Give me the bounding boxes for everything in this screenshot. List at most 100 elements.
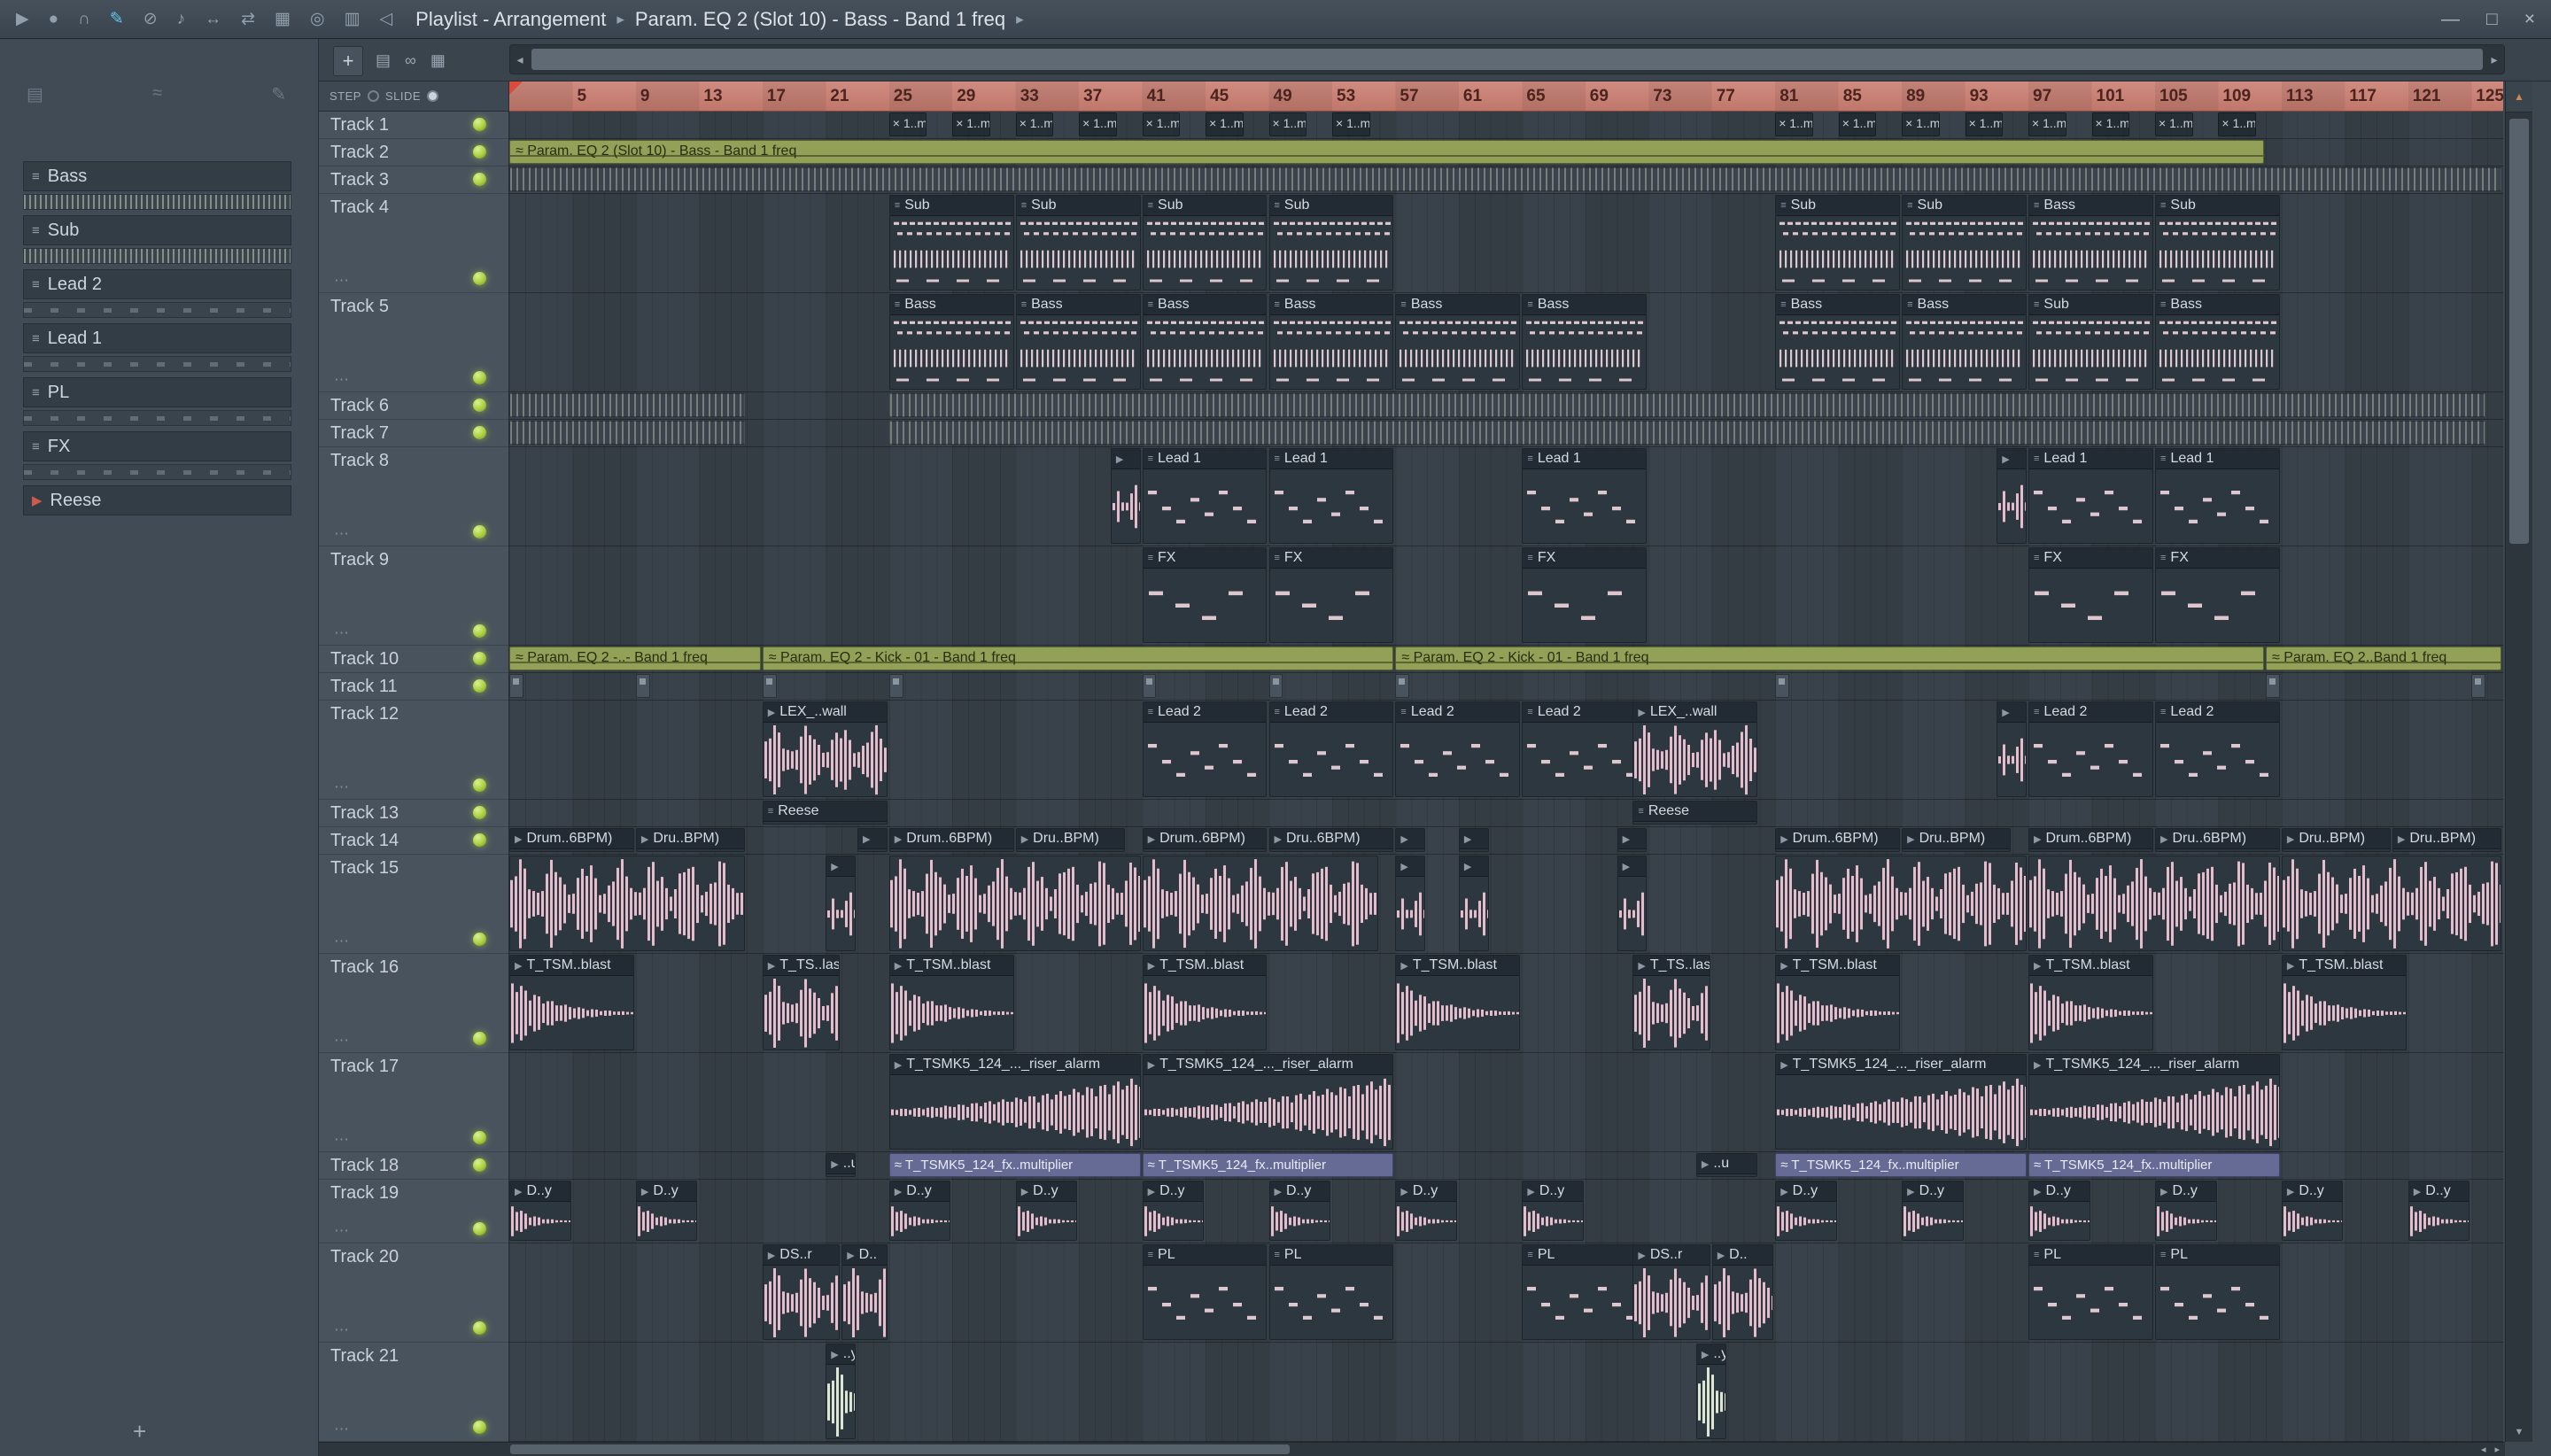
snap-icon[interactable]: ∩ bbox=[78, 10, 90, 29]
play-position-marker[interactable] bbox=[509, 81, 523, 95]
scroll-up-icon[interactable]: ▲ bbox=[2506, 81, 2532, 112]
clip[interactable]: ▶ bbox=[1617, 856, 1648, 951]
track-lane[interactable] bbox=[509, 420, 2503, 447]
track-mute-led[interactable] bbox=[473, 652, 486, 665]
clip[interactable]: ▶ D..y bbox=[2155, 1181, 2217, 1241]
clip[interactable]: ▶ Dru..6BPM) bbox=[2155, 828, 2280, 852]
scroll-right-icon[interactable]: ▸ bbox=[2494, 1444, 2500, 1455]
close-button[interactable]: × bbox=[2524, 9, 2535, 30]
clip[interactable]: ≡ Lead 1 bbox=[1142, 448, 1268, 544]
clip[interactable]: × 1..m bbox=[1015, 112, 1054, 136]
clip[interactable]: ≡ PL bbox=[1522, 1244, 1648, 1340]
clip[interactable]: ▶ Dru..BPM) bbox=[2281, 828, 2391, 852]
clip[interactable]: ▶ bbox=[1997, 701, 2027, 797]
track-lane[interactable]: ▶ T_TSM..blast ▶ T_TS..last ▶ T_TSM..blast ▶ T_… bbox=[509, 954, 2503, 1053]
clip[interactable]: ▶ T_TSM..blast bbox=[888, 955, 1014, 1050]
play-icon[interactable]: ▶ bbox=[16, 9, 29, 29]
scroll-down-icon[interactable]: ▼ bbox=[2506, 1422, 2532, 1442]
track-header[interactable]: Track 16 ⋯ bbox=[319, 954, 508, 1053]
clip[interactable]: ▶ T_TSM..blast bbox=[1395, 955, 1521, 1050]
track-header[interactable]: Track 11 bbox=[319, 673, 508, 701]
scroll-right-icon[interactable]: ▸ bbox=[2485, 45, 2504, 74]
clip[interactable]: ▶ T_TSM..blast bbox=[509, 955, 634, 1050]
clip[interactable]: ≡ FX bbox=[1142, 547, 1268, 643]
clip[interactable]: ▶ T_TSM..blast bbox=[1142, 955, 1268, 1050]
clip[interactable] bbox=[509, 167, 2501, 191]
slide-toggle[interactable] bbox=[427, 90, 439, 102]
track-header[interactable]: Track 4 ⋯ bbox=[319, 194, 508, 293]
clip[interactable]: × 1..m bbox=[2218, 112, 2257, 136]
clip[interactable]: ▶ Dru..BPM) bbox=[2392, 828, 2501, 852]
clip[interactable]: ≈ T_TSMK5_124_fx..multiplier bbox=[2028, 1153, 2280, 1177]
clip[interactable]: ▶ Dru..BPM) bbox=[1015, 828, 1125, 852]
clip[interactable]: × 1..m bbox=[1268, 112, 1307, 136]
clip[interactable]: ▶ bbox=[1997, 448, 2027, 544]
track-mute-led[interactable] bbox=[473, 173, 486, 186]
clip[interactable]: ≈ Param. EQ 2 (Slot 10) - Bass - Band 1 … bbox=[509, 140, 2264, 164]
picker-item-reese[interactable]: ▶ Reese bbox=[23, 485, 291, 515]
track-lane[interactable]: ▶ Drum..6BPM) ▶ Dru..BPM) ▶ ▶ Drum..6BPM) ▶ Dru.… bbox=[509, 827, 2503, 855]
clip[interactable]: ≈ Param. EQ 2 -..- Band 1 freq bbox=[509, 647, 761, 670]
track-mute-led[interactable] bbox=[473, 778, 486, 792]
clip[interactable]: ▶ T_TS..last bbox=[1632, 955, 1710, 1050]
track-lane[interactable]: ▶ DS..r ▶ D.. ≡ PL ≡ PL ≡ PL ▶ DS..r ▶ D.. ≡ PL ≡ PL bbox=[509, 1243, 2503, 1343]
preview-tool-icon[interactable]: ▥ bbox=[345, 9, 361, 29]
track-lane[interactable]: ≡ Sub ≡ Sub ≡ Sub ≡ Sub ≡ Sub ≡ Sub ≡ Bass ≡ Sub bbox=[509, 194, 2503, 293]
add-track-button[interactable]: + bbox=[333, 46, 363, 76]
track-mute-led[interactable] bbox=[473, 118, 486, 131]
clip[interactable]: ≡ Lead 1 bbox=[2155, 448, 2280, 544]
clip[interactable] bbox=[2471, 674, 2486, 698]
track-mute-led[interactable] bbox=[473, 145, 486, 159]
track-lane[interactable]: ▶ D..y ▶ D..y ▶ D..y ▶ D..y ▶ D..y ▶ D..y ▶ D..y ▶ D..y… bbox=[509, 1180, 2503, 1243]
clip[interactable]: ▶..u bbox=[1695, 1153, 1758, 1177]
clip[interactable]: ≡ PL bbox=[1268, 1244, 1394, 1340]
clip[interactable]: ▶ D.. bbox=[1711, 1244, 1774, 1340]
scrollbar-thumb[interactable] bbox=[510, 1444, 1290, 1454]
picker-item-bass[interactable]: ≡ Bass bbox=[23, 161, 291, 191]
clip[interactable]: ▶ T_TSM..blast bbox=[2281, 955, 2407, 1050]
clip[interactable]: ≡ Lead 2 bbox=[2028, 701, 2153, 797]
clip[interactable]: ≡ Sub bbox=[1015, 195, 1141, 290]
clip[interactable]: ≡ Reese bbox=[762, 801, 888, 825]
clip[interactable]: ≡ Bass bbox=[1015, 294, 1141, 390]
clip[interactable]: ≡ FX bbox=[2028, 547, 2153, 643]
track-mute-led[interactable] bbox=[473, 1321, 486, 1335]
clip[interactable]: ▶ LEX_..wall bbox=[1632, 701, 1758, 797]
clip[interactable]: ≡ Sub bbox=[888, 195, 1014, 290]
clip[interactable]: ▶ bbox=[1395, 828, 1426, 852]
track-header[interactable]: Track 8 ⋯ bbox=[319, 447, 508, 546]
track-lane[interactable]: ▶ LEX_..wall ≡ Lead 2 ≡ Lead 2 ≡ Lead 2 ≡ Lead 2 ▶… bbox=[509, 701, 2503, 800]
clip[interactable]: ▶..u bbox=[826, 1153, 856, 1177]
clip[interactable]: ▶ T_TSM..blast bbox=[2028, 955, 2153, 1050]
clip[interactable] bbox=[762, 674, 777, 698]
clip[interactable]: ≡ Lead 2 bbox=[2155, 701, 2280, 797]
clip[interactable]: ▶ D..y bbox=[635, 1181, 698, 1241]
track-header[interactable]: Track 6 bbox=[319, 392, 508, 420]
horizontal-scrollbar-top[interactable]: ◂ ▸ bbox=[509, 44, 2505, 74]
clip[interactable]: ≡ Lead 2 bbox=[1142, 701, 1268, 797]
clip[interactable] bbox=[509, 393, 745, 417]
track-lane[interactable]: ≡ Bass ≡ Bass ≡ Bass ≡ Bass ≡ Bass ≡ Bass ≡ Bass ≡ Bass… bbox=[509, 293, 2503, 392]
track-header[interactable]: Track 1 bbox=[319, 112, 508, 139]
clip[interactable]: ≡ FX bbox=[1268, 547, 1394, 643]
pan-tool-icon[interactable]: ↔ bbox=[205, 10, 221, 29]
slip-tool-icon[interactable]: ⇄ bbox=[241, 9, 255, 29]
clip[interactable]: ≡ PL bbox=[2028, 1244, 2153, 1340]
track-header[interactable]: Track 9 ⋯ bbox=[319, 546, 508, 646]
picker-item-fx[interactable]: ≡ FX bbox=[23, 431, 291, 461]
track-mute-led[interactable] bbox=[473, 679, 486, 693]
clip[interactable]: ▶ D..y bbox=[509, 1181, 571, 1241]
clip[interactable]: × 1..m bbox=[1902, 112, 1940, 136]
track-lane[interactable]: ▶..u ≈ T_TSMK5_124_fx..multiplier≈ T_TSMK… bbox=[509, 1152, 2503, 1180]
playback-speaker-icon[interactable]: ◁ bbox=[380, 9, 393, 29]
picker-add-button[interactable]: + bbox=[133, 1418, 146, 1445]
clip[interactable]: ≡ Reese bbox=[1632, 801, 1758, 825]
clip[interactable]: ≡ PL bbox=[2155, 1244, 2280, 1340]
scrollbar-thumb[interactable] bbox=[531, 49, 2483, 70]
track-lane[interactable]: ▶ ≡ Lead 1 ≡ Lead 1 ≡ Lead 1 ▶ ≡ Lead 1 ≡ Lead 1 bbox=[509, 447, 2503, 546]
track-mute-led[interactable] bbox=[473, 426, 486, 439]
track-mute-led[interactable] bbox=[473, 624, 486, 638]
clip[interactable]: ≈ T_TSMK5_124_fx..multiplier bbox=[1775, 1153, 2027, 1177]
track-lane[interactable]: ≈ Param. EQ 2 -..- Band 1 freq ≈ Param. E… bbox=[509, 646, 2503, 673]
track-lane[interactable] bbox=[509, 167, 2503, 194]
